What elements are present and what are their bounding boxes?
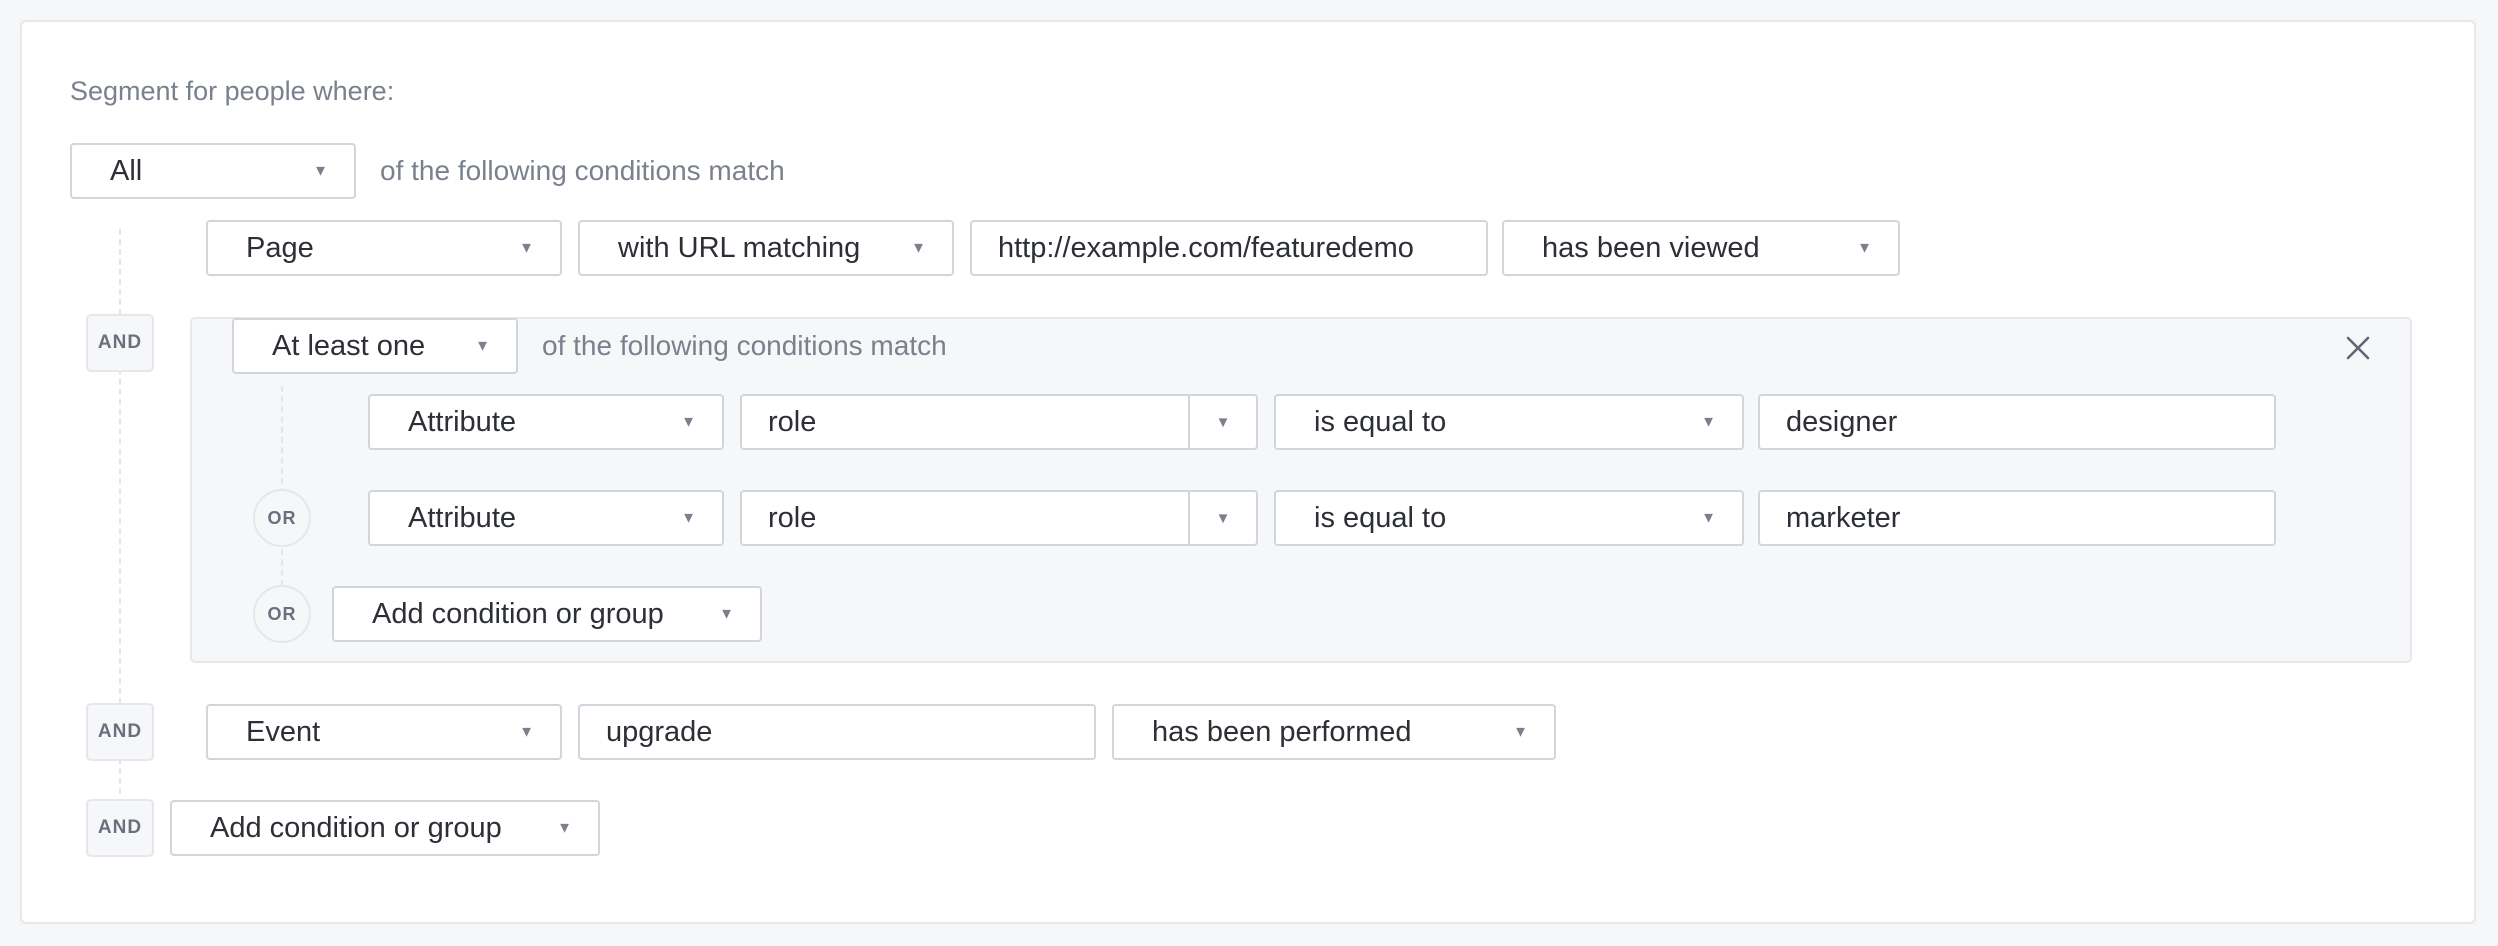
attribute-value-input[interactable]: designer [1758,394,2276,450]
caret-down-icon: ▼ [519,723,534,741]
attribute-type-select[interactable]: Attribute ▼ [368,490,724,546]
attribute-operator-select[interactable]: is equal to ▼ [1274,490,1744,546]
attribute-value: marketer [1786,501,1901,534]
caret-down-icon: ▼ [1857,239,1872,257]
event-name-input[interactable]: upgrade [578,704,1096,760]
close-icon [2346,336,2370,360]
attribute-value-input[interactable]: marketer [1758,490,2276,546]
match-mode-select[interactable]: All ▼ [70,143,356,199]
attribute-name-value: role [768,501,817,534]
attribute-operator-value: is equal to [1314,501,1447,534]
add-condition-select[interactable]: Add condition or group ▼ [170,800,600,856]
caret-down-icon[interactable]: ▼ [1188,492,1256,544]
segment-title: Segment for people where: [70,76,395,106]
and-connector-badge: AND [86,314,154,372]
match-mode-value: All [110,154,143,187]
group-match-mode-value: At least one [272,329,426,362]
attribute-value: designer [1786,405,1898,438]
event-name-value: upgrade [606,715,713,748]
caret-down-icon: ▼ [313,162,328,180]
add-condition-label: Add condition or group [210,811,502,844]
or-connector-badge: OR [253,489,311,547]
caret-down-icon: ▼ [719,605,734,623]
caret-down-icon: ▼ [681,413,696,431]
caret-down-icon: ▼ [1701,413,1716,431]
remove-group-button[interactable] [2340,330,2376,366]
match-mode-suffix: of the following conditions match [380,155,785,186]
attribute-type-value: Attribute [408,501,516,534]
url-operator-value: with URL matching [618,231,861,264]
and-connector-badge: AND [86,799,154,857]
and-connector-badge: AND [86,703,154,761]
attribute-operator-select[interactable]: is equal to ▼ [1274,394,1744,450]
or-connector-badge: OR [253,585,311,643]
attribute-type-select[interactable]: Attribute ▼ [368,394,724,450]
caret-down-icon: ▼ [557,819,572,837]
group-add-condition-select[interactable]: Add condition or group ▼ [332,586,762,642]
page-type-value: Page [246,231,314,264]
caret-down-icon[interactable]: ▼ [1188,396,1256,448]
url-input[interactable]: http://example.com/featuredemo [970,220,1488,276]
group-match-mode-select[interactable]: At least one ▼ [232,318,518,374]
page-type-select[interactable]: Page ▼ [206,220,562,276]
attribute-operator-value: is equal to [1314,405,1447,438]
group-add-condition-label: Add condition or group [372,597,664,630]
caret-down-icon: ▼ [1701,509,1716,527]
attribute-name-value: role [768,405,817,438]
page-state-select[interactable]: has been viewed ▼ [1502,220,1900,276]
event-state-value: has been performed [1152,715,1412,748]
event-type-select[interactable]: Event ▼ [206,704,562,760]
attribute-name-select[interactable]: role ▼ [740,490,1258,546]
attribute-type-value: Attribute [408,405,516,438]
group-connector-line [281,386,283,586]
url-operator-select[interactable]: with URL matching ▼ [578,220,954,276]
group-match-suffix: of the following conditions match [542,330,947,361]
caret-down-icon: ▼ [1513,723,1528,741]
attribute-name-select[interactable]: role ▼ [740,394,1258,450]
url-value: http://example.com/featuredemo [998,231,1414,264]
page-state-value: has been viewed [1542,231,1760,264]
caret-down-icon: ▼ [911,239,926,257]
caret-down-icon: ▼ [519,239,534,257]
caret-down-icon: ▼ [681,509,696,527]
event-state-select[interactable]: has been performed ▼ [1112,704,1556,760]
event-type-value: Event [246,715,321,748]
caret-down-icon: ▼ [475,337,490,355]
